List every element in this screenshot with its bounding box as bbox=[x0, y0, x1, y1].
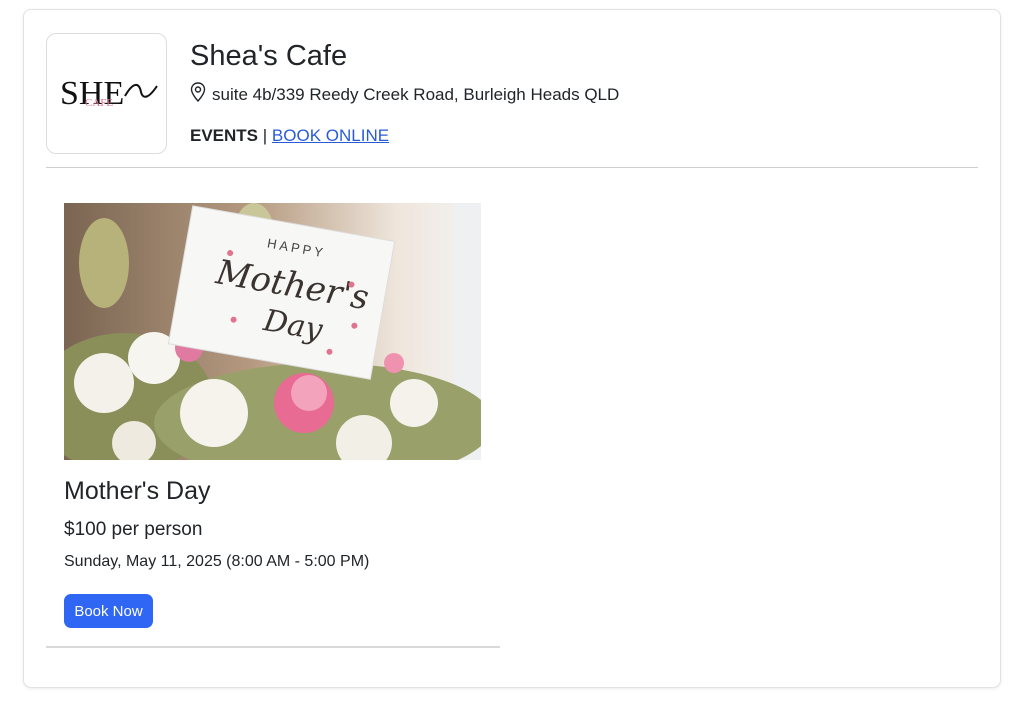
event-image: HAPPY Mother's Day bbox=[64, 203, 481, 460]
venue-header: SHE CAFE Shea's Cafe suite 4b/339 Reedy … bbox=[46, 33, 978, 168]
venue-card: SHE CAFE Shea's Cafe suite 4b/339 Reedy … bbox=[23, 9, 1001, 688]
address-text: suite 4b/339 Reedy Creek Road, Burleigh … bbox=[212, 84, 620, 104]
events-label: EVENTS bbox=[190, 126, 259, 145]
event-item: HAPPY Mother's Day Mother's Day $100 per… bbox=[46, 203, 500, 648]
venue-address: suite 4b/339 Reedy Creek Road, Burleigh … bbox=[190, 82, 619, 107]
map-pin-icon bbox=[190, 82, 206, 107]
logo-subtext: CAFE bbox=[85, 97, 113, 109]
venue-nav: EVENTS | BOOK ONLINE bbox=[190, 126, 389, 146]
nav-separator: | bbox=[262, 126, 268, 145]
book-online-link[interactable]: BOOK ONLINE bbox=[272, 126, 389, 145]
event-date: Sunday, May 11, 2025 (8:00 AM - 5:00 PM) bbox=[64, 553, 370, 570]
event-title: Mother's Day bbox=[64, 477, 211, 505]
book-now-button[interactable]: Book Now bbox=[64, 594, 153, 628]
venue-logo: SHE CAFE bbox=[46, 33, 167, 154]
event-price: $100 per person bbox=[64, 519, 203, 540]
venue-name: Shea's Cafe bbox=[190, 40, 348, 72]
